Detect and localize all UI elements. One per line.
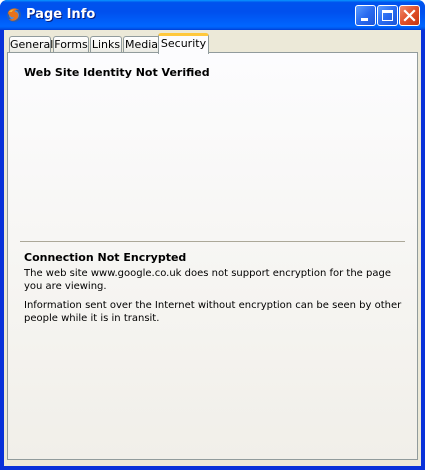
connection-description: The web site www.google.co.uk does not s… [24, 268, 391, 292]
tab-forms-label: Forms [54, 38, 88, 51]
close-button[interactable] [399, 5, 420, 26]
maximize-icon [382, 10, 393, 21]
minimize-button[interactable] [355, 5, 376, 26]
title-bar[interactable]: Page Info [0, 0, 425, 30]
dialog-body: General Forms Links Media Security Web S… [4, 30, 421, 466]
maximize-button[interactable] [377, 5, 398, 26]
tab-general-label: General [10, 38, 54, 51]
firefox-icon [6, 7, 22, 23]
connection-warning: Information sent over the Internet witho… [24, 300, 402, 324]
security-panel: Web Site Identity Not Verified Connectio… [7, 52, 418, 460]
minimize-icon [361, 18, 368, 21]
section-divider [20, 241, 405, 242]
tab-links-label: Links [91, 38, 121, 51]
page-info-window: Page Info General Forms Links Media Secu… [0, 0, 425, 470]
tab-media-label: Media [124, 38, 159, 51]
identity-heading: Web Site Identity Not Verified [24, 66, 210, 79]
close-icon [403, 9, 416, 22]
tab-security-label: Security [160, 37, 207, 50]
tab-security[interactable]: Security [158, 33, 209, 54]
connection-heading: Connection Not Encrypted [24, 251, 187, 264]
window-title: Page Info [26, 7, 96, 22]
